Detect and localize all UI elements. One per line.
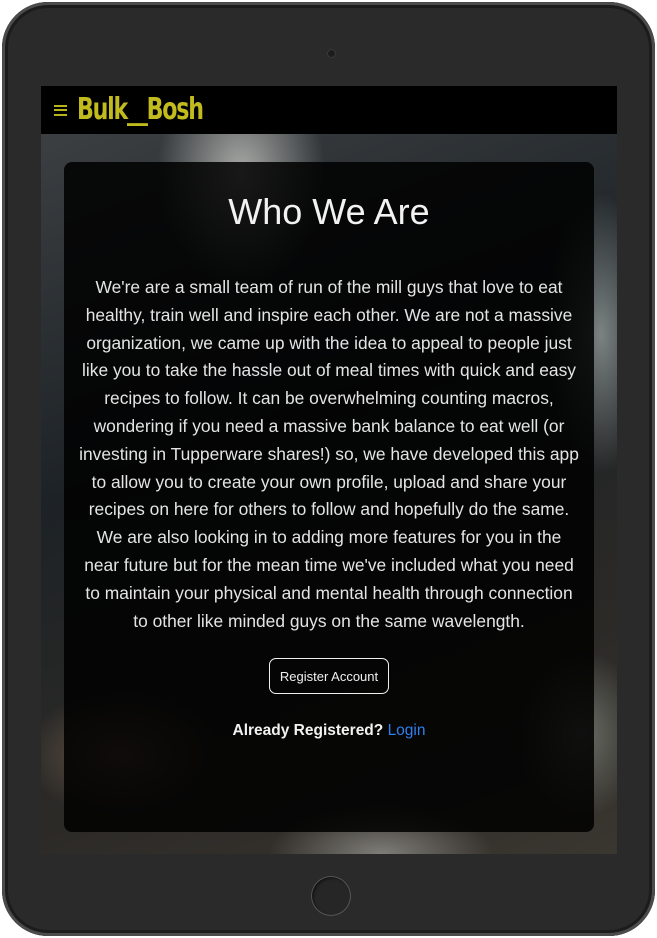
front-camera xyxy=(327,49,336,58)
home-button[interactable] xyxy=(311,876,351,916)
already-registered-label: Already Registered? xyxy=(232,722,384,740)
page-title: Who We Are xyxy=(228,191,430,232)
app-screen: Bulk__Bosh Who We Are We're are a small … xyxy=(41,86,617,854)
top-navbar: Bulk__Bosh xyxy=(41,86,617,134)
about-card: Who We Are We're are a small team of run… xyxy=(64,162,594,832)
about-text: We're are a small team of run of the mil… xyxy=(79,277,579,631)
register-account-button[interactable]: Register Account xyxy=(268,658,390,695)
login-link[interactable]: Login xyxy=(388,722,426,739)
login-prompt: Already Registered? Login xyxy=(64,722,594,740)
hamburger-menu-icon[interactable] xyxy=(54,104,67,116)
brand-logo[interactable]: Bulk__Bosh xyxy=(77,86,204,134)
